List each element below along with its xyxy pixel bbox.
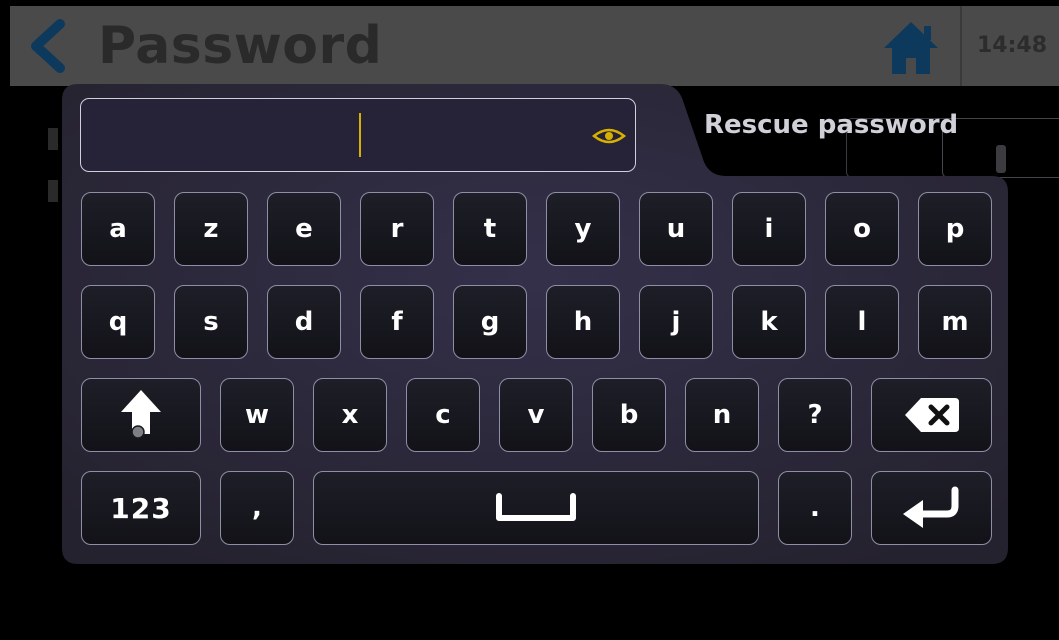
password-field[interactable] [80, 98, 636, 172]
key-t[interactable]: t [453, 192, 527, 266]
key-o[interactable]: o [825, 192, 899, 266]
enter-icon [902, 486, 958, 528]
space-key[interactable] [313, 471, 759, 545]
key-i[interactable]: i [732, 192, 806, 266]
chevron-left-icon[interactable] [26, 18, 70, 74]
key-question[interactable]: ? [778, 378, 852, 452]
key-u[interactable]: u [639, 192, 713, 266]
key-j[interactable]: j [639, 285, 713, 359]
shift-key[interactable] [81, 378, 201, 452]
text-caret [359, 113, 361, 157]
key-d[interactable]: d [267, 285, 341, 359]
key-q[interactable]: q [81, 285, 155, 359]
background-label-fragment [48, 128, 58, 150]
key-w[interactable]: w [220, 378, 294, 452]
eye-icon[interactable] [591, 123, 627, 149]
home-icon[interactable] [880, 18, 942, 78]
virtual-keyboard: a z e r t y u i o p q s d f g h j k l m … [62, 84, 1008, 564]
key-h[interactable]: h [546, 285, 620, 359]
key-a[interactable]: a [81, 192, 155, 266]
key-y[interactable]: y [546, 192, 620, 266]
key-comma[interactable]: , [220, 471, 294, 545]
key-z[interactable]: z [174, 192, 248, 266]
password-input[interactable] [91, 109, 335, 161]
key-n[interactable]: n [685, 378, 759, 452]
space-bar-icon [496, 493, 576, 521]
key-v[interactable]: v [499, 378, 573, 452]
shift-arrow-icon [121, 390, 161, 439]
backspace-icon [904, 398, 959, 432]
backspace-key[interactable] [871, 378, 992, 452]
background-label-fragment [48, 180, 58, 202]
key-p[interactable]: p [918, 192, 992, 266]
key-f[interactable]: f [360, 285, 434, 359]
key-c[interactable]: c [406, 378, 480, 452]
key-b[interactable]: b [592, 378, 666, 452]
numbers-key[interactable]: 123 [81, 471, 201, 545]
header-divider [960, 6, 962, 86]
key-period[interactable]: . [778, 471, 852, 545]
key-e[interactable]: e [267, 192, 341, 266]
key-s[interactable]: s [174, 285, 248, 359]
page-title: Password [98, 16, 383, 76]
key-l[interactable]: l [825, 285, 899, 359]
key-x[interactable]: x [313, 378, 387, 452]
key-r[interactable]: r [360, 192, 434, 266]
top-bar: Password 14:48 [10, 6, 1059, 86]
enter-key[interactable] [871, 471, 992, 545]
key-k[interactable]: k [732, 285, 806, 359]
key-g[interactable]: g [453, 285, 527, 359]
clock: 14:48 [976, 33, 1048, 58]
key-m[interactable]: m [918, 285, 992, 359]
